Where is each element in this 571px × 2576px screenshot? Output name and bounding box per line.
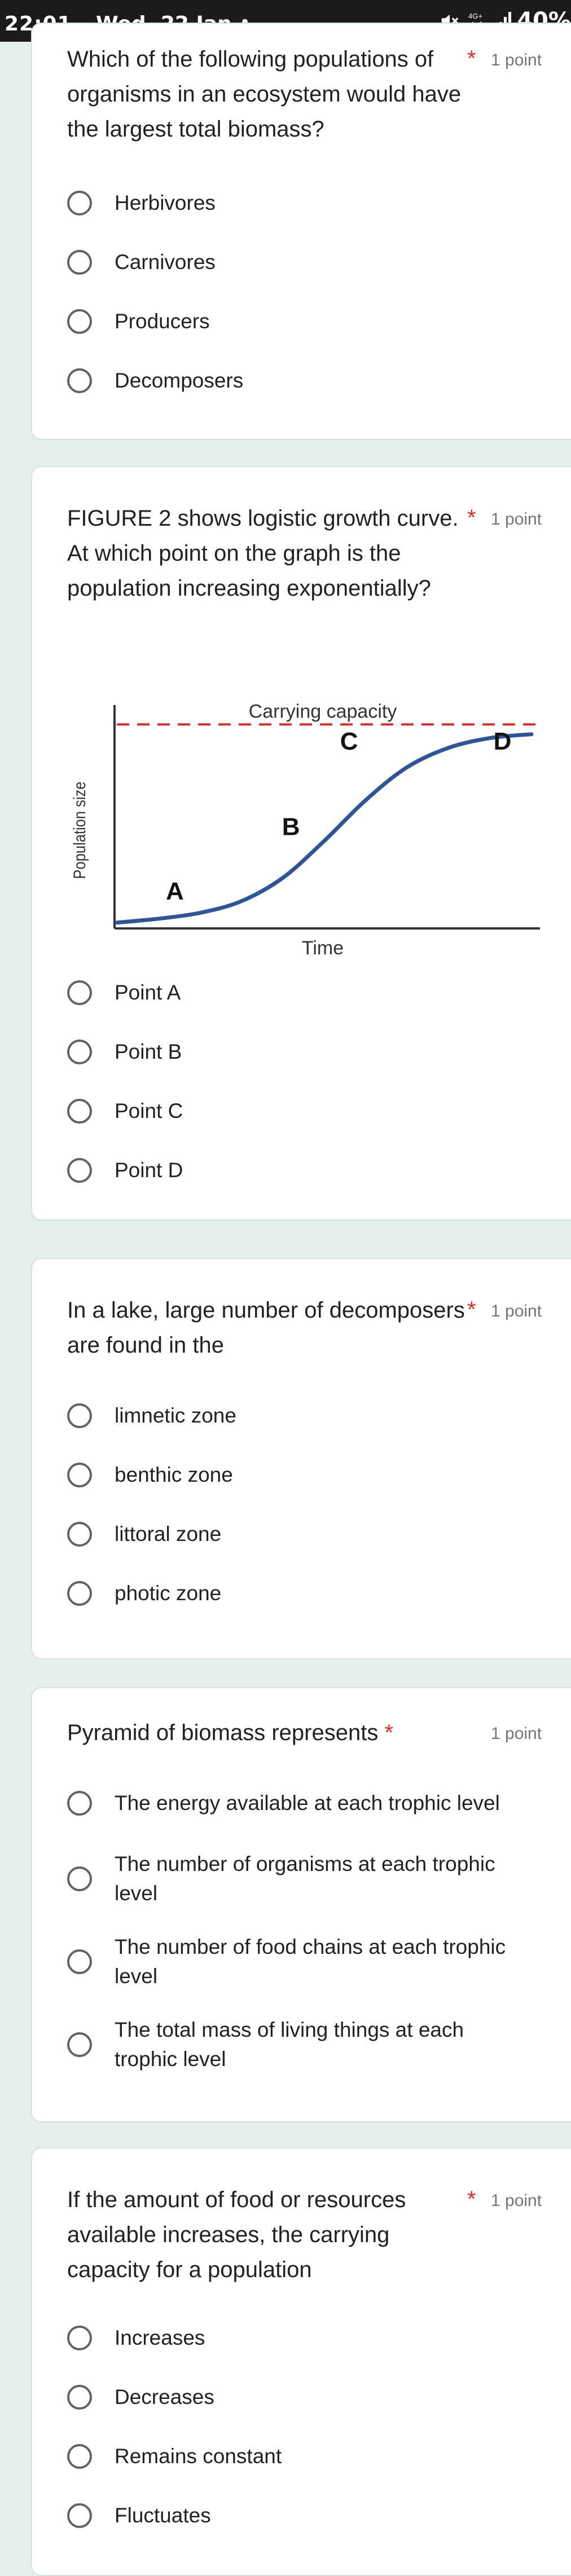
points-label: 1 point xyxy=(491,510,542,529)
radio-button[interactable] xyxy=(67,980,92,1005)
points-label: 1 point xyxy=(491,51,542,69)
option-label: Decreases xyxy=(115,2385,214,2408)
option-label: The number of organisms at each trophic … xyxy=(115,1852,495,1905)
option-littoral-zone[interactable]: littoral zone xyxy=(67,1520,221,1549)
option-label: photic zone xyxy=(115,1582,222,1605)
radio-button[interactable] xyxy=(67,1158,92,1183)
question-text-content: Pyramid of biomass represents xyxy=(67,1720,379,1745)
option-point-a[interactable]: Point A xyxy=(67,978,181,1007)
option-point-c[interactable]: Point C xyxy=(67,1097,183,1126)
point-labels: A B C D xyxy=(166,728,511,905)
option-label: Point B xyxy=(115,1040,182,1063)
radio-button[interactable] xyxy=(67,1403,92,1428)
option-decomposers[interactable]: Decomposers xyxy=(67,366,243,395)
radio-button[interactable] xyxy=(67,2503,92,2528)
radio-button[interactable] xyxy=(67,1099,92,1124)
option-number-of-food-chains[interactable]: The number of food chains at each trophi… xyxy=(67,1932,526,1991)
option-label: Fluctuates xyxy=(115,2504,211,2527)
option-fluctuates[interactable]: Fluctuates xyxy=(67,2501,211,2530)
question-text: Which of the following populations of or… xyxy=(67,47,462,142)
option-photic-zone[interactable]: photic zone xyxy=(67,1579,221,1608)
y-axis-label: Population size xyxy=(70,782,89,879)
option-label: Point D xyxy=(115,1159,183,1182)
radio-button[interactable] xyxy=(67,1522,92,1547)
question-card-1: Which of the following populations of or… xyxy=(31,23,571,440)
option-label: The energy available at each trophic lev… xyxy=(115,1791,500,1815)
radio-button[interactable] xyxy=(67,368,92,393)
option-label: limnetic zone xyxy=(115,1404,236,1427)
option-label: littoral zone xyxy=(115,1522,222,1545)
option-decreases[interactable]: Decreases xyxy=(67,2383,214,2412)
option-label: benthic zone xyxy=(115,1463,233,1486)
question-card-5: If the amount of food or resources avail… xyxy=(31,2147,571,2576)
required-marker: * xyxy=(467,505,476,530)
option-limnetic-zone[interactable]: limnetic zone xyxy=(67,1401,236,1430)
radio-button[interactable] xyxy=(67,1866,92,1891)
required-marker: * xyxy=(467,2187,476,2212)
logistic-growth-chart: Population size Time Carrying capacity A… xyxy=(70,701,540,959)
radio-button[interactable] xyxy=(67,1791,92,1816)
point-label-b: B xyxy=(282,813,300,841)
option-point-b[interactable]: Point B xyxy=(67,1037,182,1067)
option-label: The number of food chains at each trophi… xyxy=(115,1935,506,1988)
option-energy-available[interactable]: The energy available at each trophic lev… xyxy=(67,1789,526,1818)
question-text: If the amount of food or resources avail… xyxy=(67,2187,406,2282)
option-label: The total mass of living things at each … xyxy=(115,2018,464,2071)
question-card-3: In a lake, large number of decomposers a… xyxy=(31,1258,571,1659)
question-text: Pyramid of biomass represents * xyxy=(67,1715,496,1750)
radio-button[interactable] xyxy=(67,1949,92,1974)
radio-button[interactable] xyxy=(67,2444,92,2469)
option-herbivores[interactable]: Herbivores xyxy=(67,188,216,218)
option-number-of-organisms[interactable]: The number of organisms at each trophic … xyxy=(67,1850,526,1908)
radio-button[interactable] xyxy=(67,1463,92,1487)
option-label: Point C xyxy=(115,1099,183,1122)
radio-button[interactable] xyxy=(67,2326,92,2350)
question-text: In a lake, large number of decomposers a… xyxy=(67,1298,465,1358)
option-label: Remains constant xyxy=(115,2445,282,2468)
network-type-label: 4G+ xyxy=(468,12,482,20)
required-marker: * xyxy=(384,1720,394,1745)
option-label: Herbivores xyxy=(115,191,216,214)
x-axis-label: Time xyxy=(302,937,344,959)
option-label: Increases xyxy=(115,2326,205,2349)
option-label: Producers xyxy=(115,310,210,333)
option-total-mass[interactable]: The total mass of living things at each … xyxy=(67,2015,526,2074)
option-increases[interactable]: Increases xyxy=(67,2323,205,2353)
carrying-capacity-label: Carrying capacity xyxy=(249,701,397,722)
point-label-c: C xyxy=(340,728,358,755)
option-remains-constant[interactable]: Remains constant xyxy=(67,2442,282,2471)
option-benthic-zone[interactable]: benthic zone xyxy=(67,1460,233,1490)
question-card-4: Pyramid of biomass represents * 1 point … xyxy=(31,1687,571,2123)
points-label: 1 point xyxy=(491,1302,542,1320)
radio-button[interactable] xyxy=(67,191,92,215)
radio-button[interactable] xyxy=(67,2385,92,2410)
radio-button[interactable] xyxy=(67,2032,92,2057)
option-carnivores[interactable]: Carnivores xyxy=(67,248,216,277)
option-producers[interactable]: Producers xyxy=(67,307,210,336)
radio-button[interactable] xyxy=(67,309,92,334)
option-label: Carnivores xyxy=(115,250,216,274)
points-label: 1 point xyxy=(491,2191,542,2210)
radio-button[interactable] xyxy=(67,250,92,275)
radio-button[interactable] xyxy=(67,1040,92,1064)
question-text: FIGURE 2 shows logistic growth curve. At… xyxy=(67,506,459,601)
option-label: Point A xyxy=(115,981,181,1004)
point-label-a: A xyxy=(166,877,184,905)
radio-button[interactable] xyxy=(67,1581,92,1606)
option-point-d[interactable]: Point D xyxy=(67,1156,183,1185)
point-label-d: D xyxy=(494,728,512,755)
required-marker: * xyxy=(467,46,476,71)
points-label: 1 point xyxy=(491,1724,542,1743)
option-label: Decomposers xyxy=(115,369,244,392)
required-marker: * xyxy=(467,1297,476,1322)
